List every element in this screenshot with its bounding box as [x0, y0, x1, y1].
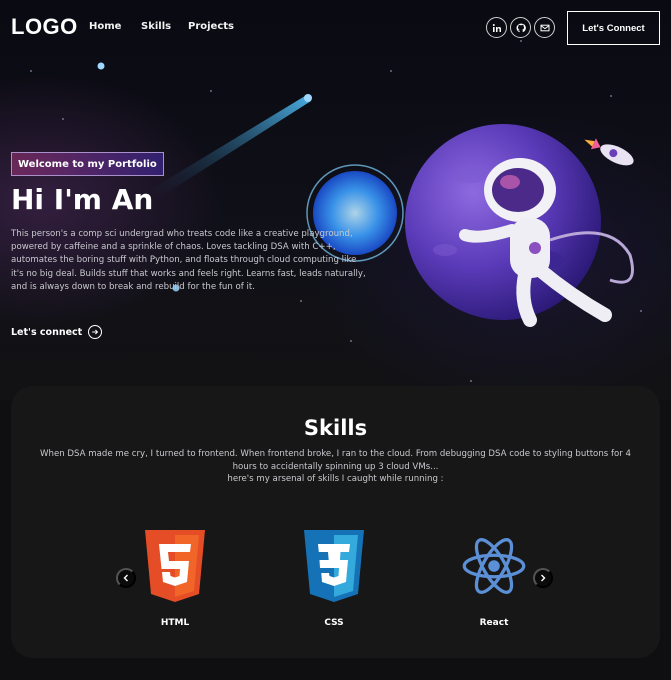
html5-icon [145, 530, 205, 602]
logo[interactable]: LOGO [11, 14, 78, 40]
lets-connect-label: Let's connect [11, 326, 83, 338]
react-icon [462, 538, 526, 594]
skills-title: Skills [303, 416, 368, 440]
skill-label-html: HTML [160, 618, 190, 628]
linkedin-button[interactable] [486, 17, 507, 38]
chevron-left-icon [123, 574, 128, 582]
nav-link-skills[interactable]: Skills [141, 21, 171, 32]
skill-card-css: CSS [289, 530, 379, 628]
skills-description: When DSA made me cry, I turned to fronte… [31, 448, 640, 486]
nav-link-home[interactable]: Home [89, 21, 121, 32]
skills-description-line1: When DSA made me cry, I turned to fronte… [40, 449, 631, 472]
github-icon [516, 23, 526, 32]
css3-icon [304, 530, 364, 602]
carousel-next-button[interactable] [533, 568, 553, 588]
skill-card-react: React [449, 530, 539, 628]
top-nav: LOGO Home Skills Projects Let's Connect [0, 0, 671, 56]
linkedin-icon [492, 23, 501, 32]
skill-card-html: HTML [130, 530, 220, 628]
lets-connect-link[interactable]: Let's connect [11, 325, 103, 339]
lets-connect-button[interactable]: Let's Connect [567, 11, 660, 45]
skills-section: Skills When DSA made me cry, I turned to… [11, 386, 660, 658]
hero-title: Hi I'm An [11, 183, 154, 216]
github-button[interactable] [510, 17, 531, 38]
nav-link-projects[interactable]: Projects [188, 21, 234, 32]
skill-label-css: CSS [324, 618, 344, 628]
arrow-right-circle-icon [88, 325, 103, 339]
skills-description-line2: here's my arsenal of skills I caught whi… [227, 474, 444, 484]
mail-icon [540, 24, 549, 31]
tagline-badge: Welcome to my Portfolio [11, 152, 164, 176]
mail-button[interactable] [534, 17, 555, 38]
hero-description: This person's a comp sci undergrad who t… [11, 229, 366, 292]
hero-banner: LOGO Home Skills Projects Let's Connect … [0, 0, 671, 400]
skill-label-react: React [479, 618, 509, 628]
chevron-right-icon [541, 574, 546, 582]
